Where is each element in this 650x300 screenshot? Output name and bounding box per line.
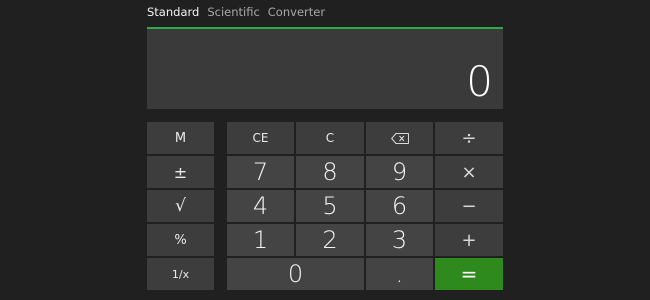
tab-standard[interactable]: Standard (147, 5, 199, 19)
add-button[interactable]: + (435, 224, 503, 256)
digit-8-button[interactable]: 8 (296, 156, 364, 188)
decimal-button[interactable]: . (366, 258, 433, 290)
tab-converter[interactable]: Converter (268, 5, 325, 19)
digit-1-button[interactable]: 1 (227, 224, 294, 256)
result-display: 0 (147, 27, 503, 109)
multiply-button[interactable]: × (435, 156, 503, 188)
divide-button[interactable]: ÷ (435, 122, 503, 154)
digit-0-button[interactable]: 0 (227, 258, 364, 290)
percent-button[interactable]: % (147, 224, 214, 256)
square-root-button[interactable]: √ (147, 190, 214, 222)
clear-button[interactable]: C (296, 122, 364, 154)
digit-4-button[interactable]: 4 (227, 190, 294, 222)
digit-5-button[interactable]: 5 (296, 190, 364, 222)
calculator-app: Standard Scientific Converter 0 M CE C ÷… (0, 0, 650, 300)
mode-tabs: Standard Scientific Converter (147, 3, 325, 21)
memory-button[interactable]: M (147, 122, 214, 154)
negate-button[interactable]: ± (147, 156, 214, 188)
subtract-button[interactable]: − (435, 190, 503, 222)
digit-3-button[interactable]: 3 (366, 224, 433, 256)
digit-6-button[interactable]: 6 (366, 190, 433, 222)
display-value: 0 (466, 57, 493, 106)
digit-2-button[interactable]: 2 (296, 224, 364, 256)
equals-button[interactable]: = (435, 258, 503, 290)
digit-9-button[interactable]: 9 (366, 156, 433, 188)
tab-scientific[interactable]: Scientific (207, 5, 259, 19)
backspace-icon[interactable] (366, 122, 433, 154)
clear-entry-button[interactable]: CE (227, 122, 294, 154)
digit-7-button[interactable]: 7 (227, 156, 294, 188)
reciprocal-button[interactable]: 1/x (147, 258, 214, 290)
